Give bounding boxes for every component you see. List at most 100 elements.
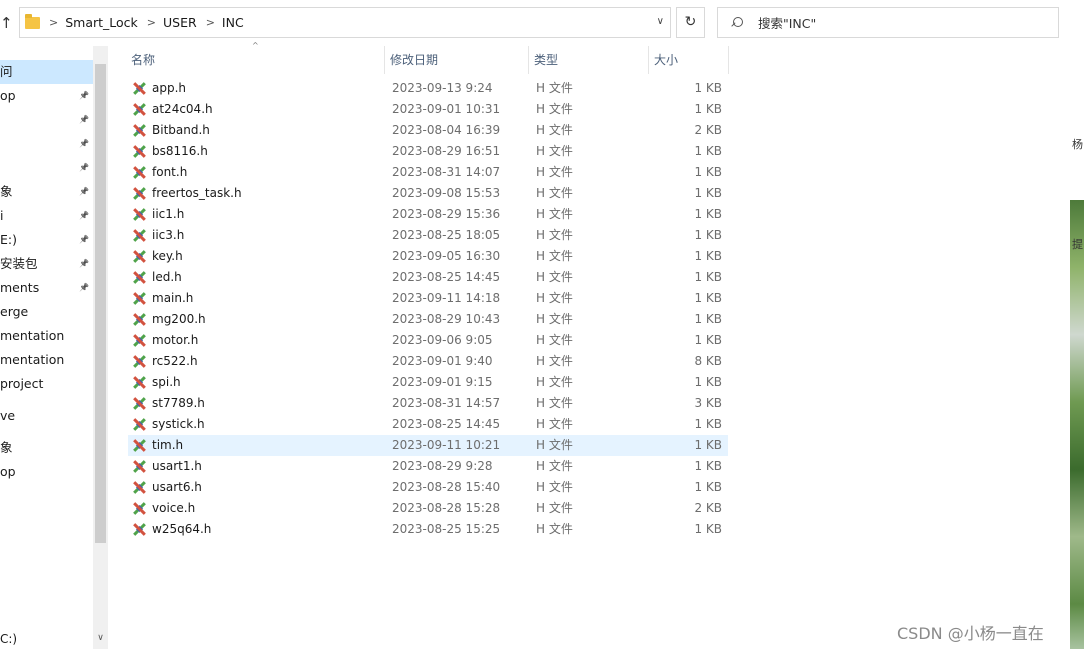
watermark: CSDN @小杨一直在 (897, 624, 1044, 643)
file-size: 1 KB (694, 144, 722, 158)
file-type: H 文件 (536, 396, 573, 410)
file-row[interactable]: voice.h 2023-08-28 15:28 H 文件 2 KB (128, 498, 728, 519)
file-size: 2 KB (694, 123, 722, 137)
file-name: at24c04.h (152, 102, 213, 116)
navigation-list: 问 op 📌 📌 📌 📌 象 📌 i 📌 E:) 📌 安装包 📌 ments 📌 erge mentation me… (0, 60, 93, 484)
nav-item[interactable]: op 📌 (0, 84, 93, 108)
navigation-pane: 问 op 📌 📌 📌 📌 象 📌 i 📌 E:) 📌 安装包 📌 ments 📌 erge mentation me… (0, 46, 108, 649)
file-row[interactable]: font.h 2023-08-31 14:07 H 文件 1 KB (128, 162, 728, 183)
chevron-right-icon[interactable]: > (147, 16, 156, 29)
nav-item-label: 问 (0, 64, 13, 79)
nav-item[interactable]: op (0, 460, 93, 484)
nav-item[interactable]: 问 (0, 60, 93, 84)
column-header-type[interactable]: 类型 (529, 46, 649, 74)
file-row[interactable]: spi.h 2023-09-01 9:15 H 文件 1 KB (128, 372, 728, 393)
file-modified-date: 2023-08-25 14:45 (392, 417, 501, 431)
nav-scrollbar-thumb[interactable] (95, 64, 106, 543)
file-row[interactable]: Bitband.h 2023-08-04 16:39 H 文件 2 KB (128, 120, 728, 141)
file-name: w25q64.h (152, 522, 212, 536)
up-arrow-icon[interactable]: ↑ (0, 12, 14, 34)
nav-item[interactable]: i 📌 (0, 204, 93, 228)
wallpaper-image (1070, 200, 1084, 649)
nav-item[interactable]: 安装包 📌 (0, 252, 93, 276)
file-size: 1 KB (694, 291, 722, 305)
file-type: H 文件 (536, 291, 573, 305)
file-modified-date: 2023-09-01 10:31 (392, 102, 501, 116)
header-file-icon (133, 292, 146, 305)
nav-item[interactable]: E:) 📌 (0, 228, 93, 252)
pin-icon: 📌 (79, 139, 89, 148)
column-header-size[interactable]: 大小 (649, 46, 729, 74)
nav-item[interactable]: mentation (0, 348, 93, 372)
file-row[interactable]: main.h 2023-09-11 14:18 H 文件 1 KB (128, 288, 728, 309)
search-input[interactable]: 搜索"INC" (717, 7, 1059, 38)
header-file-icon (133, 334, 146, 347)
header-file-icon (133, 145, 146, 158)
file-row[interactable]: at24c04.h 2023-09-01 10:31 H 文件 1 KB (128, 99, 728, 120)
header-file-icon (133, 250, 146, 263)
breadcrumb-item-user[interactable]: USER (163, 15, 197, 30)
nav-item-label: i (0, 208, 4, 223)
breadcrumb-item-smart-lock[interactable]: Smart_Lock (65, 15, 138, 30)
pin-icon: 📌 (79, 283, 89, 292)
nav-item[interactable]: ve (0, 404, 93, 428)
column-header-date[interactable]: 修改日期 (385, 46, 529, 74)
file-type: H 文件 (536, 333, 573, 347)
file-row[interactable]: motor.h 2023-09-06 9:05 H 文件 1 KB (128, 330, 728, 351)
nav-item[interactable]: 象 (0, 436, 93, 460)
file-row[interactable]: usart1.h 2023-08-29 9:28 H 文件 1 KB (128, 456, 728, 477)
nav-item[interactable]: mentation (0, 324, 93, 348)
file-row[interactable]: usart6.h 2023-08-28 15:40 H 文件 1 KB (128, 477, 728, 498)
file-row[interactable]: freertos_task.h 2023-09-08 15:53 H 文件 1 KB (128, 183, 728, 204)
file-row[interactable]: st7789.h 2023-08-31 14:57 H 文件 3 KB (128, 393, 728, 414)
header-file-icon (133, 187, 146, 200)
nav-item-label: ve (0, 408, 16, 423)
file-row[interactable]: led.h 2023-08-25 14:45 H 文件 1 KB (128, 267, 728, 288)
nav-item[interactable]: erge (0, 300, 93, 324)
file-modified-date: 2023-09-11 14:18 (392, 291, 501, 305)
refresh-button[interactable]: ↻ (676, 7, 705, 38)
file-size: 1 KB (694, 186, 722, 200)
file-row[interactable]: systick.h 2023-08-25 14:45 H 文件 1 KB (128, 414, 728, 435)
column-header-name[interactable]: 名称 (126, 46, 385, 74)
column-headers: 名称 修改日期 类型 大小 (126, 46, 732, 74)
address-toolbar: ↑ > Smart_Lock > USER > INC ∨ ↻ 搜索"INC" (0, 0, 1070, 46)
file-row[interactable]: iic3.h 2023-08-25 18:05 H 文件 1 KB (128, 225, 728, 246)
nav-item-label: 象 (0, 440, 13, 455)
nav-item[interactable]: 📌 (0, 156, 93, 180)
nav-item[interactable]: project (0, 372, 93, 396)
file-row[interactable]: mg200.h 2023-08-29 10:43 H 文件 1 KB (128, 309, 728, 330)
file-name: app.h (152, 81, 187, 95)
file-row[interactable]: bs8116.h 2023-08-29 16:51 H 文件 1 KB (128, 141, 728, 162)
nav-item[interactable]: ments 📌 (0, 276, 93, 300)
file-row[interactable]: tim.h 2023-09-11 10:21 H 文件 1 KB (128, 435, 728, 456)
breadcrumb-item-inc[interactable]: INC (222, 15, 244, 30)
chevron-right-icon[interactable]: > (206, 16, 215, 29)
chevron-right-icon[interactable]: > (49, 16, 58, 29)
file-row[interactable]: rc522.h 2023-09-01 9:40 H 文件 8 KB (128, 351, 728, 372)
address-bar[interactable]: > Smart_Lock > USER > INC ∨ (19, 7, 671, 38)
file-row[interactable]: w25q64.h 2023-08-25 15:25 H 文件 1 KB (128, 519, 728, 540)
file-size: 1 KB (694, 312, 722, 326)
nav-item[interactable]: 📌 (0, 108, 93, 132)
scroll-down-icon[interactable]: ∨ (95, 633, 106, 643)
file-type: H 文件 (536, 228, 573, 242)
file-row[interactable]: key.h 2023-09-05 16:30 H 文件 1 KB (128, 246, 728, 267)
nav-item-label: ments (0, 280, 40, 295)
header-file-icon (133, 418, 146, 431)
nav-item[interactable]: 象 📌 (0, 180, 93, 204)
file-modified-date: 2023-08-28 15:40 (392, 480, 501, 494)
file-type: H 文件 (536, 165, 573, 179)
file-row[interactable]: app.h 2023-09-13 9:24 H 文件 1 KB (128, 78, 728, 99)
file-type: H 文件 (536, 249, 573, 263)
file-row[interactable]: iic1.h 2023-08-29 15:36 H 文件 1 KB (128, 204, 728, 225)
file-name: voice.h (152, 501, 196, 515)
file-modified-date: 2023-09-05 16:30 (392, 249, 501, 263)
file-modified-date: 2023-09-01 9:15 (392, 375, 493, 389)
nav-item-drive-c[interactable]: C:) (0, 632, 17, 646)
chevron-down-icon[interactable]: ∨ (657, 16, 664, 27)
nav-item[interactable]: 📌 (0, 132, 93, 156)
file-name: freertos_task.h (152, 186, 242, 200)
nav-scrollbar[interactable]: ∨ (93, 46, 108, 649)
